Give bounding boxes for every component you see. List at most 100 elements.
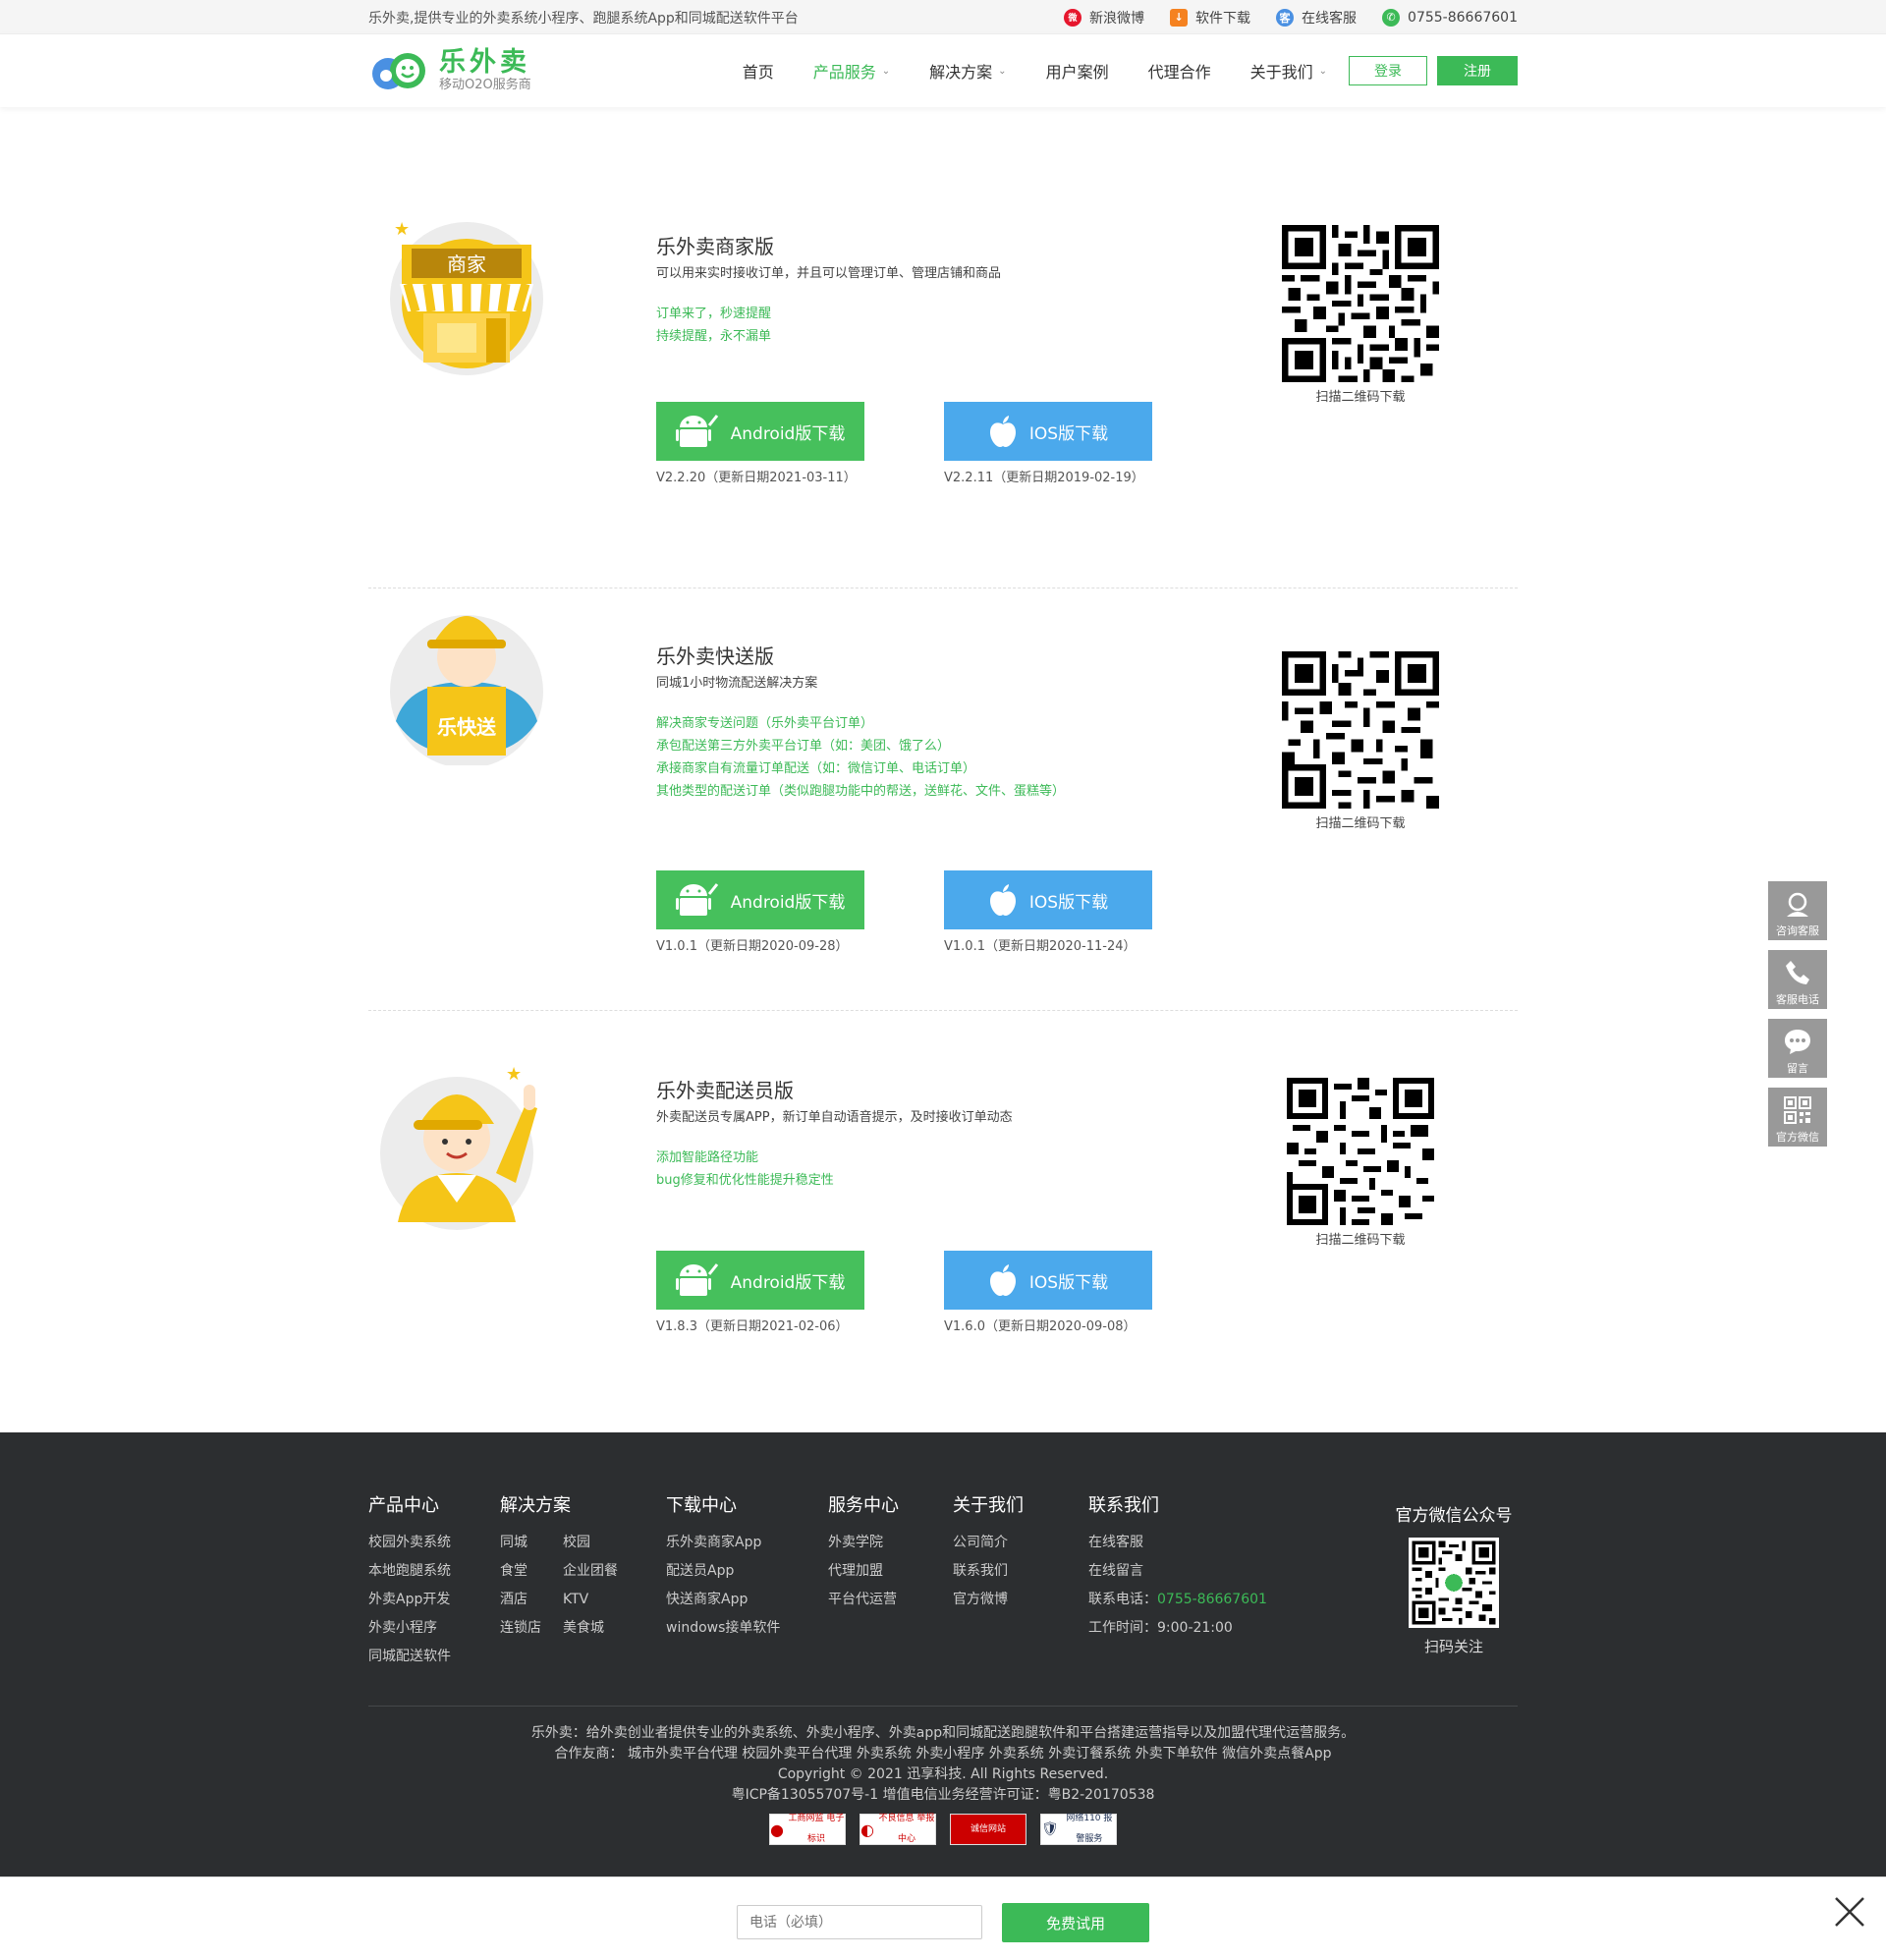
footer-link[interactable]: 校园外卖系统 — [368, 1529, 451, 1557]
ios-download-button[interactable]: IOS版下载 — [944, 402, 1152, 461]
footer-col-contact: 联系我们 在线客服 在线留言 联系电话：0755-86667601 工作时间：9… — [1088, 1491, 1267, 1643]
qrcode-icon[interactable] — [1282, 651, 1439, 809]
footer-col-products: 产品中心 校园外卖系统 本地跑腿系统 外卖App开发 外卖小程序 同城配送软件 — [368, 1491, 451, 1671]
footer-col-downloads: 下载中心 乐外卖商家App 配送员App 快送商家App windows接单软件 — [666, 1491, 780, 1643]
trial-bar: 免费试用 — [0, 1876, 1886, 1960]
footer-link[interactable]: 公司简介 — [953, 1529, 1024, 1557]
footer-link[interactable]: 在线客服 — [1088, 1529, 1267, 1557]
footer-link[interactable]: 平台代运营 — [828, 1586, 899, 1614]
phone-link[interactable]: ✆ 0755-86667601 — [1382, 8, 1518, 27]
footer-phone[interactable]: 0755-86667601 — [1157, 1592, 1267, 1607]
footer-link[interactable]: 乐外卖商家App — [666, 1529, 780, 1557]
footer-link[interactable]: 外卖学院 — [828, 1529, 899, 1557]
rider-illustration: ★ — [380, 1064, 537, 1230]
sidebar-phone[interactable]: 客服电话 — [1768, 950, 1827, 1009]
footer-link[interactable]: 企业团餐 — [563, 1557, 641, 1586]
floating-sidebar: 咨询客服 客服电话 留言 官方微信 — [1768, 881, 1827, 1156]
merchant-illustration: ★ 商家 — [390, 219, 543, 375]
footer-link[interactable]: 本地跑腿系统 — [368, 1557, 451, 1586]
footer-link[interactable]: 配送员App — [666, 1557, 780, 1586]
android-download-button[interactable]: Android版下载 — [656, 402, 864, 461]
ios-version: V2.2.11（更新日期2019-02-19） — [944, 471, 1144, 485]
feature-item: 承接商家自有流量订单配送（如：微信订单、电话订单） — [656, 761, 976, 776]
footer-link[interactable]: 同城 — [500, 1529, 563, 1557]
android-version: V2.2.20（更新日期2021-03-11） — [656, 471, 857, 485]
product-title: 乐外卖快送版 — [656, 644, 774, 668]
register-button[interactable]: 注册 — [1437, 56, 1518, 85]
product-rider: ★ 乐外卖配送员版 外卖配送员专属APP，新订单自动语音提示，及时接收订单动态 … — [368, 1011, 1518, 1473]
logo[interactable]: 乐外卖 移动O2O服务商 — [368, 46, 531, 95]
logo-icon — [372, 53, 425, 89]
message-icon — [1785, 1030, 1810, 1054]
ios-version: V1.0.1（更新日期2020-11-24） — [944, 939, 1137, 954]
nav-about[interactable]: 关于我们 ⌄ — [1250, 59, 1327, 83]
logo-title: 乐外卖 — [439, 47, 530, 78]
footer-link[interactable]: 酒店 — [500, 1586, 563, 1614]
qrcode-icon[interactable] — [1282, 225, 1439, 382]
main-nav: 首页 产品服务 ⌄ 解决方案 ⌄ 用户案例 代理合作 关于我们 ⌄ 登录 注册 — [703, 56, 1518, 85]
feature-item: 解决商家专送问题（乐外卖平台订单） — [656, 716, 874, 731]
footer-icp: 粤ICP备13055707号-1 增值电信业务经营许可证：粤B2-2017053… — [731, 1787, 1155, 1803]
online-service-link[interactable]: 客 在线客服 — [1276, 8, 1357, 28]
android-download-button[interactable]: Android版下载 — [656, 1251, 864, 1310]
footer-badges: ● 工商网监 电子标识 ◐ 不良信息 举报中心 诚信网站 🛡 网络110 报警服务 — [0, 1814, 1886, 1845]
free-trial-button[interactable]: 免费试用 — [1002, 1903, 1149, 1942]
footer-link[interactable]: windows接单软件 — [666, 1614, 780, 1643]
chevron-down-icon: ⌄ — [1318, 65, 1327, 77]
product-desc: 可以用来实时接收订单，并且可以管理订单、管理店铺和商品 — [656, 266, 1002, 281]
footer-link[interactable]: 美食城 — [563, 1614, 641, 1643]
footer-link[interactable]: 在线留言 — [1088, 1557, 1267, 1586]
footer-link[interactable]: 校园 — [563, 1529, 641, 1557]
software-download-link[interactable]: ↓ 软件下载 — [1170, 8, 1250, 28]
footer-link[interactable]: 同城配送软件 — [368, 1643, 451, 1671]
apple-icon — [989, 884, 1016, 916]
footer-link[interactable]: 连锁店 — [500, 1614, 563, 1643]
footer-link[interactable]: 外卖App开发 — [368, 1586, 451, 1614]
qr-label: 扫描二维码下载 — [1315, 1233, 1406, 1248]
chevron-down-icon: ⌄ — [998, 65, 1007, 77]
footer-link[interactable]: 外卖小程序 — [368, 1614, 451, 1643]
nav-home[interactable]: 首页 — [743, 59, 774, 83]
footer-link[interactable]: 代理加盟 — [828, 1557, 899, 1586]
qr-label: 扫描二维码下载 — [1315, 816, 1406, 831]
sidebar-wechat[interactable]: 官方微信 — [1768, 1088, 1827, 1147]
nav-solutions[interactable]: 解决方案 ⌄ — [929, 59, 1006, 83]
footer-link[interactable]: 官方微博 — [953, 1586, 1024, 1614]
footer-link[interactable]: KTV — [563, 1586, 641, 1614]
product-desc: 同城1小时物流配送解决方案 — [656, 676, 818, 691]
sidebar-message[interactable]: 留言 — [1768, 1019, 1827, 1078]
badge-trust[interactable]: 诚信网站 — [950, 1814, 1026, 1845]
phone-input[interactable] — [737, 1905, 982, 1939]
badge-report[interactable]: ◐ 不良信息 举报中心 — [860, 1814, 936, 1845]
footer-link[interactable]: 快送商家App — [666, 1586, 780, 1614]
ios-download-button[interactable]: IOS版下载 — [944, 870, 1152, 929]
ios-download-button[interactable]: IOS版下载 — [944, 1251, 1152, 1310]
android-icon — [675, 883, 718, 916]
login-button[interactable]: 登录 — [1349, 56, 1427, 85]
feature-item: 其他类型的配送订单（类似跑腿功能中的帮送，送鲜花、文件、蛋糕等） — [656, 784, 1066, 799]
courier-illustration: 乐快送 — [390, 615, 543, 765]
feature-item: bug修复和优化性能提升稳定性 — [656, 1173, 834, 1188]
qrcode-icon[interactable] — [1287, 1078, 1434, 1225]
badge-gongshang[interactable]: ● 工商网监 电子标识 — [769, 1814, 846, 1845]
nav-cases[interactable]: 用户案例 — [1046, 59, 1109, 83]
nav-products[interactable]: 产品服务 ⌄ — [813, 59, 890, 83]
footer-partners-line[interactable]: 合作友商： 城市外卖平台代理 校园外卖平台代理 外卖系统 外卖小程序 外卖系统 … — [0, 1744, 1886, 1764]
nav-agency[interactable]: 代理合作 — [1148, 59, 1211, 83]
footer-link[interactable]: 联系我们 — [953, 1557, 1024, 1586]
apple-icon — [989, 1264, 1016, 1296]
footer-copyright: Copyright © 2021 迅享科技. All Rights Reserv… — [777, 1766, 1109, 1782]
sidebar-consult[interactable]: 咨询客服 — [1768, 881, 1827, 940]
footer-link[interactable]: 食堂 — [500, 1557, 563, 1586]
chevron-down-icon: ⌄ — [881, 65, 891, 77]
site-header: 乐外卖 移动O2O服务商 首页 产品服务 ⌄ 解决方案 ⌄ 用户案例 代理合作 关于… — [0, 34, 1886, 107]
service-icon: 客 — [1276, 8, 1295, 27]
svg-text:商家: 商家 — [447, 252, 486, 276]
android-download-button[interactable]: Android版下载 — [656, 870, 864, 929]
products-section: ★ 商家 乐外卖商家版 可以用来实时接收订单，并且可以管理订单、管理店铺和商品 … — [0, 107, 1886, 1473]
badge-police[interactable]: 🛡 网络110 报警服务 — [1040, 1814, 1117, 1845]
android-version: V1.8.3（更新日期2021-02-06） — [656, 1319, 849, 1334]
weibo-link[interactable]: 微 新浪微博 — [1064, 8, 1144, 28]
close-icon[interactable] — [1833, 1895, 1866, 1929]
footer-divider — [368, 1706, 1518, 1707]
